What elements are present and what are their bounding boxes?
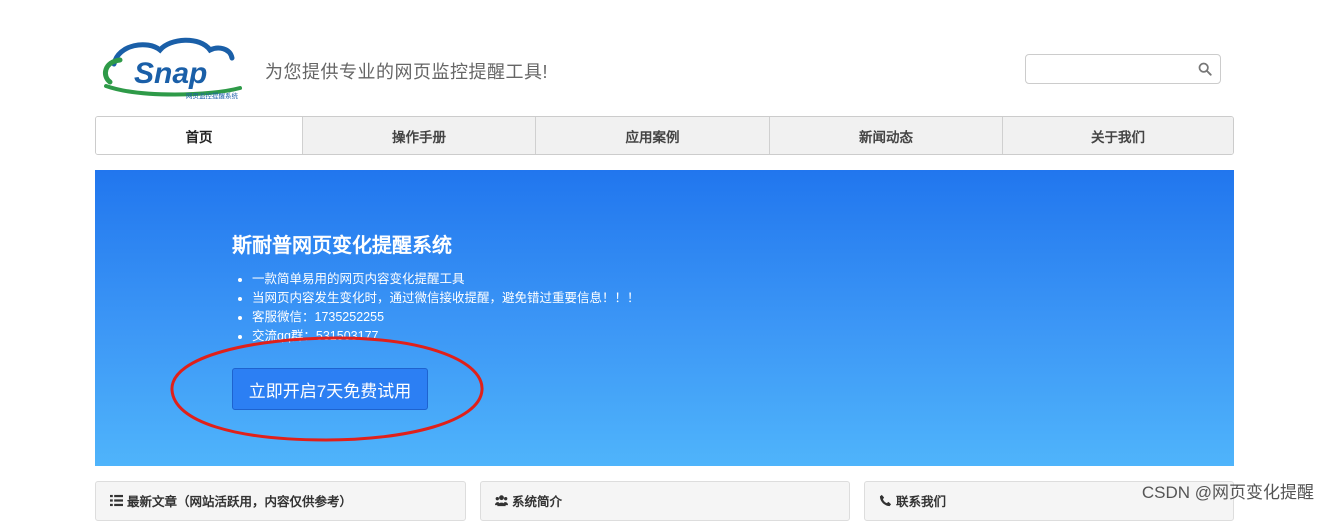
panel-title: 最新文章（网站活跃用，内容仅供参考） (127, 495, 353, 509)
watermark-text: CSDN @网页变化提醒 (1141, 483, 1314, 502)
logo-subtext: 网页监控提醒系统 (186, 91, 239, 100)
free-trial-button[interactable]: 立即开启7天免费试用 (232, 368, 428, 410)
nav-item-home[interactable]: 首页 (96, 117, 302, 154)
nav-item-cases[interactable]: 应用案例 (535, 117, 769, 154)
system-intro-panel: 系统简介 (480, 481, 850, 521)
hero-feature-list: 一款简单易用的网页内容变化提醒工具 当网页内容发生变化时，通过微信接收提醒，避免… (232, 270, 640, 346)
hero-feature-item: 当网页内容发生变化时，通过微信接收提醒，避免错过重要信息！！！ (252, 289, 640, 308)
logo-text: Snap (134, 57, 207, 90)
search-icon[interactable] (1198, 62, 1212, 76)
users-icon (495, 495, 508, 507)
list-icon (110, 494, 123, 507)
hero-banner: 斯耐普网页变化提醒系统 一款简单易用的网页内容变化提醒工具 当网页内容发生变化时… (95, 170, 1234, 466)
main-nav: 首页 操作手册 应用案例 新闻动态 关于我们 (95, 116, 1234, 155)
site-slogan: 为您提供专业的网页监控提醒工具! (265, 62, 548, 82)
phone-icon (879, 494, 892, 507)
site-logo[interactable]: Snap 网页监控提醒系统 (100, 36, 252, 100)
latest-articles-panel: 最新文章（网站活跃用，内容仅供参考） (95, 481, 466, 521)
nav-item-about[interactable]: 关于我们 (1002, 117, 1233, 154)
search-input[interactable] (1032, 59, 1196, 81)
hero-feature-item: 客服微信：1735252255 (252, 308, 640, 327)
hero-feature-item: 一款简单易用的网页内容变化提醒工具 (252, 270, 640, 289)
snap-logo-graphic: Snap 网页监控提醒系统 (102, 37, 242, 100)
search-box[interactable] (1025, 54, 1221, 84)
hero-feature-item: 交流qq群：531503177 (252, 327, 640, 346)
nav-item-manual[interactable]: 操作手册 (302, 117, 535, 154)
nav-item-news[interactable]: 新闻动态 (769, 117, 1002, 154)
panel-title: 联系我们 (896, 495, 947, 509)
hero-title: 斯耐普网页变化提醒系统 (232, 235, 452, 257)
panel-title: 系统简介 (512, 495, 563, 509)
